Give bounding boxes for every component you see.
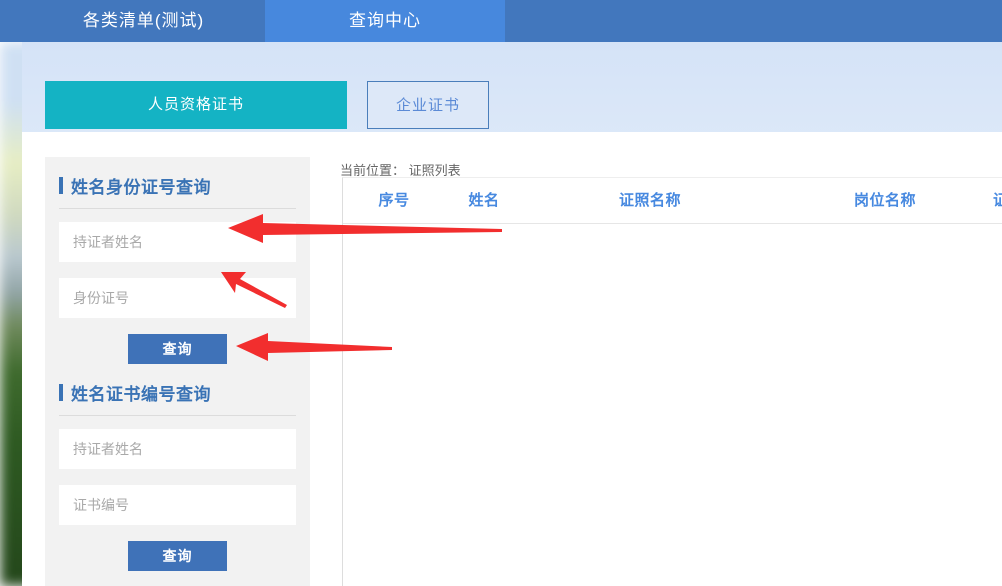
sidebar-heading-name-id: 姓名身份证号查询 — [59, 157, 296, 206]
section-divider — [59, 208, 296, 209]
table-column-cert-cutoff: 证 — [993, 178, 1002, 223]
table-header-row: 序号 姓名 证照名称 岗位名称 证 — [343, 178, 1002, 224]
certificate-list-table: 序号 姓名 证照名称 岗位名称 证 — [342, 177, 1002, 586]
sidebar-heading-documents[interactable]: 电子证照实行相关文件 — [59, 571, 296, 586]
table-column-cert-name: 证照名称 — [618, 192, 681, 209]
header-tab-lists[interactable]: 各类清单(测试) — [22, 0, 265, 42]
heading-bar-icon — [59, 177, 63, 194]
table-column-post-name: 岗位名称 — [853, 192, 916, 209]
table-column-name: 姓名 — [468, 192, 500, 209]
sidebar-section-name-certno: 姓名证书编号查询 查询 — [45, 364, 310, 571]
holder-name-input-2[interactable] — [59, 429, 296, 469]
table-column-index: 序号 — [378, 192, 410, 209]
id-number-input[interactable] — [59, 278, 296, 318]
heading-bar-icon — [59, 384, 63, 401]
sidebar-section-documents: 电子证照实行相关文件 — [45, 571, 310, 586]
holder-name-input[interactable] — [59, 222, 296, 262]
certificate-number-input[interactable] — [59, 485, 296, 525]
tab-personal-qualification-certificate[interactable]: 人员资格证书 — [45, 81, 347, 129]
header-tab-query-center[interactable]: 查询中心 — [265, 0, 505, 42]
sidebar-section-name-id: 姓名身份证号查询 查询 — [45, 157, 310, 364]
query-button-name-certno[interactable]: 查询 — [128, 541, 227, 571]
sidebar-heading-label: 姓名证书编号查询 — [71, 385, 211, 404]
tab-enterprise-certificate[interactable]: 企业证书 — [367, 81, 489, 129]
sidebar-heading-name-certno: 姓名证书编号查询 — [59, 364, 296, 413]
section-divider — [59, 415, 296, 416]
sidebar-query-panel: 姓名身份证号查询 查询 姓名证书编号查询 查询 电子证照实行相关文件 — [45, 157, 310, 586]
top-header-bar: 各类清单(测试) 查询中心 — [0, 0, 1002, 42]
query-button-name-id[interactable]: 查询 — [128, 334, 227, 364]
sidebar-heading-label: 姓名身份证号查询 — [71, 178, 211, 197]
